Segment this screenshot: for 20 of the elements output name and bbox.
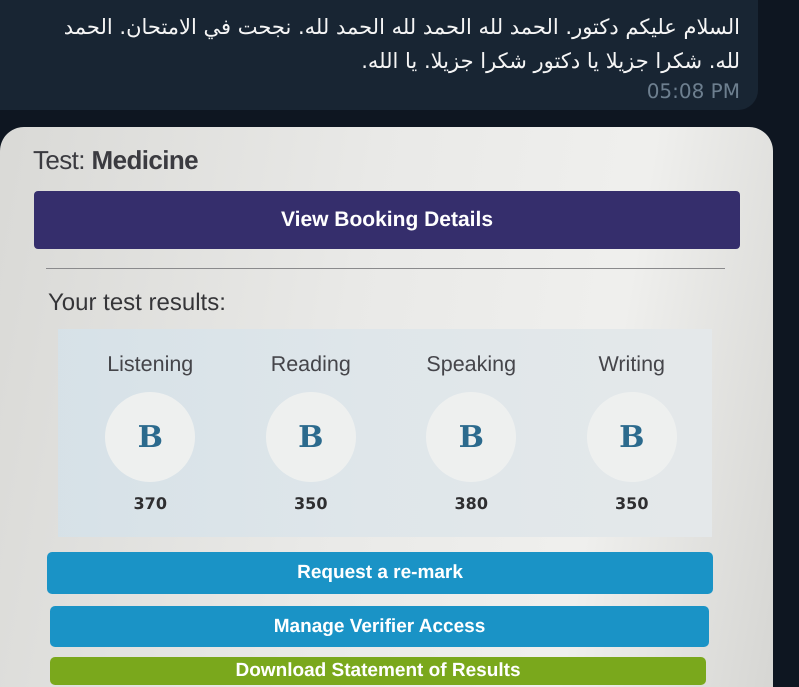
skill-label: Writing <box>598 351 665 377</box>
grade-badge: B <box>266 392 356 482</box>
message-text: السلام عليكم دكتور. الحمد لله الحمد لله الحمد لله. نجحت في الامتحان. الحمد لله. شكرا جزيلا يا دكتور شكرا جزيلا. يا الله. <box>62 14 740 76</box>
grade-badge: B <box>586 392 677 482</box>
message-time: 05:08 PM <box>646 78 740 104</box>
results-heading: Your test results: <box>48 289 227 317</box>
action-button[interactable]: Request a re-mark <box>47 552 713 594</box>
skill-label: Listening <box>107 351 194 377</box>
skill-score: 350 <box>615 494 648 514</box>
view-booking-button[interactable]: View Booking Details <box>34 191 740 249</box>
skill-score: 370 <box>134 494 167 514</box>
skill-label: Reading <box>270 351 351 377</box>
skill-score: 350 <box>294 494 328 514</box>
grade-badge: B <box>105 392 196 482</box>
download-button[interactable]: Download Statement of Results <box>50 657 706 685</box>
test-title: Test: Medicine <box>33 145 199 175</box>
action-button[interactable]: Manage Verifier Access <box>50 606 709 647</box>
skill-label: Speaking <box>426 351 516 377</box>
grade-badge: B <box>426 392 516 482</box>
skill-score: 380 <box>454 494 488 514</box>
